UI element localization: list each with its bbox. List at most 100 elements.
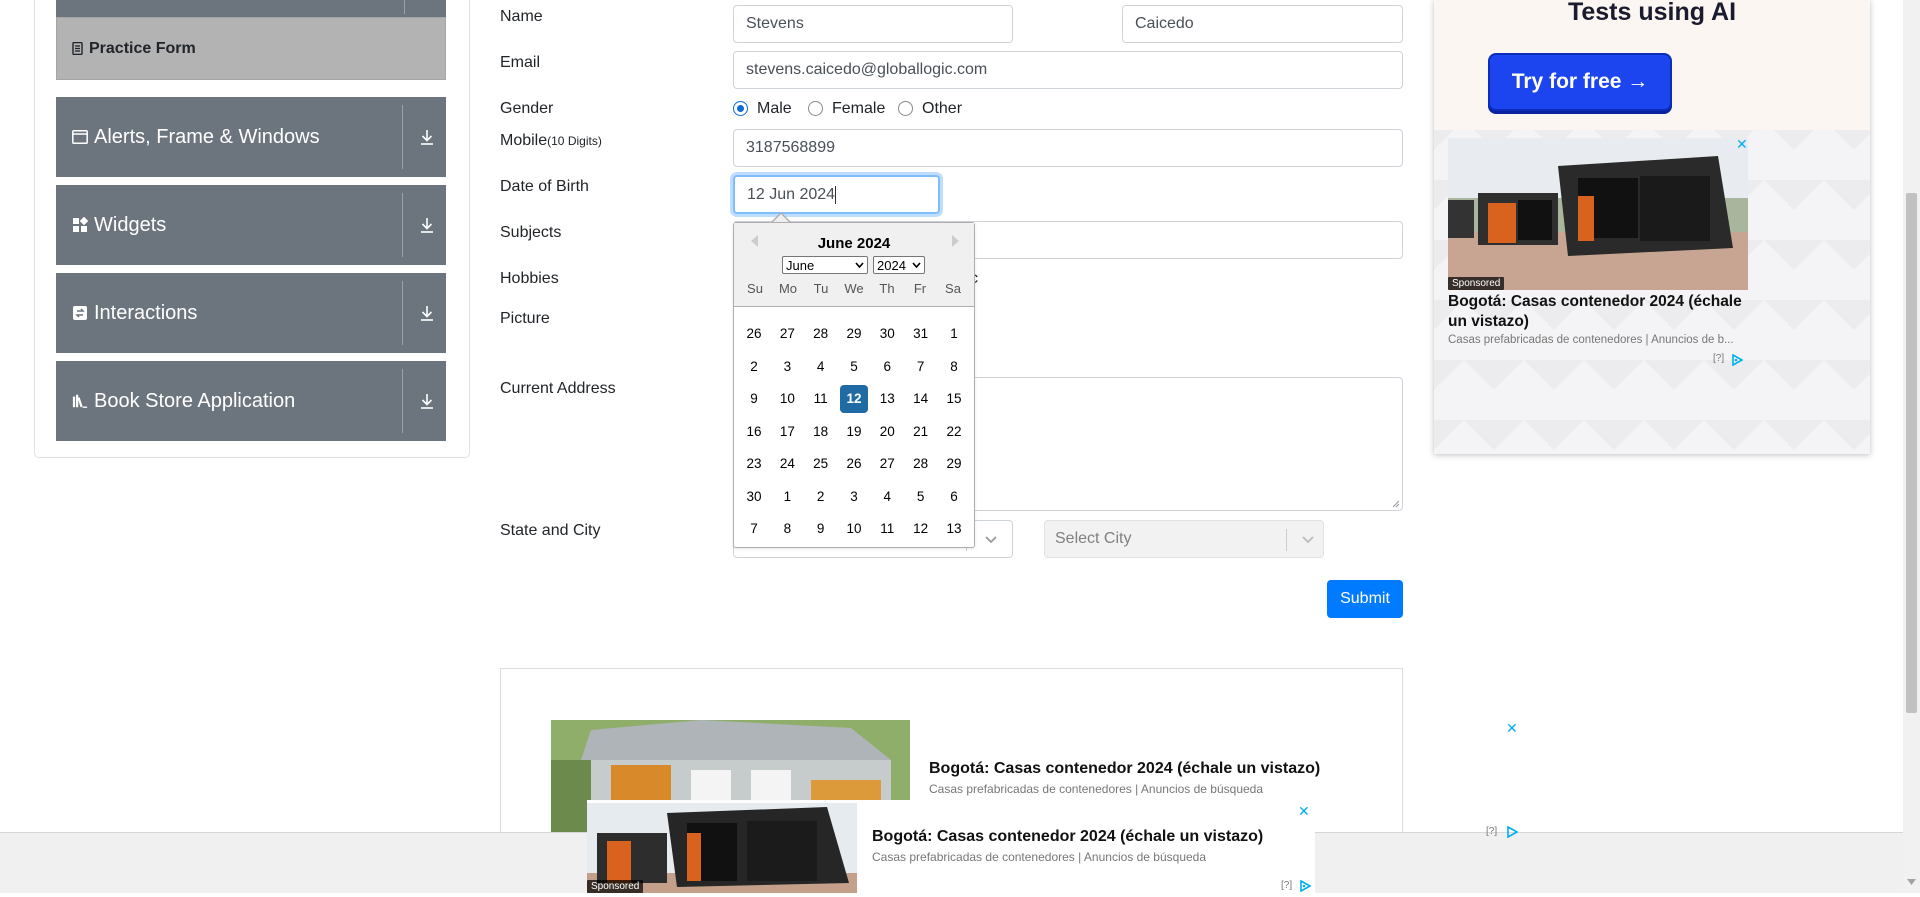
datepicker-day[interactable]: 1 [940, 320, 968, 348]
datepicker-next-icon[interactable] [949, 234, 961, 248]
sidebar-item-practice-form[interactable]: Practice Form [56, 17, 446, 80]
gender-female-radio[interactable] [808, 101, 823, 116]
gender-male-label[interactable]: Male [757, 100, 792, 118]
close-icon[interactable]: ✕ [1298, 803, 1310, 820]
divider [402, 193, 403, 257]
datepicker-day[interactable]: 2 [740, 352, 768, 380]
datepicker-day[interactable]: 11 [873, 515, 901, 543]
datepicker-day-selected[interactable]: 12 [839, 384, 868, 413]
datepicker-day[interactable]: 27 [773, 320, 801, 348]
sidebar-group-book-store-application[interactable]: Book Store Application [56, 361, 446, 441]
day-name: Su [747, 281, 763, 296]
datepicker-day[interactable]: 26 [840, 450, 868, 478]
datepicker-day[interactable]: 6 [940, 482, 968, 510]
ad-info-link[interactable]: [?] [1486, 826, 1497, 837]
datepicker-day[interactable]: 2 [807, 482, 835, 510]
close-icon[interactable]: ✕ [1736, 136, 1748, 153]
datepicker-day[interactable]: 21 [907, 417, 935, 445]
gender-female-label[interactable]: Female [832, 100, 885, 118]
datepicker-day[interactable]: 4 [807, 352, 835, 380]
datepicker-day[interactable]: 25 [807, 450, 835, 478]
bottom-ad-title[interactable]: Bogotá: Casas contenedor 2024 (échale un… [929, 760, 1320, 778]
last-name-input[interactable]: Caicedo [1122, 5, 1403, 43]
sidebar-group-elements-stub[interactable] [56, 0, 446, 17]
datepicker-day[interactable]: 1 [773, 482, 801, 510]
datepicker-prev-icon[interactable] [749, 234, 761, 248]
datepicker-day[interactable]: 8 [940, 352, 968, 380]
datepicker-day[interactable]: 31 [907, 320, 935, 348]
ad-info-link[interactable]: [?] [1713, 353, 1724, 364]
datepicker-day[interactable]: 9 [740, 385, 768, 413]
datepicker-day[interactable]: 5 [907, 482, 935, 510]
datepicker-day[interactable]: 15 [940, 385, 968, 413]
datepicker-day[interactable]: 30 [740, 482, 768, 510]
datepicker-day[interactable]: 26 [740, 320, 768, 348]
datepicker-day[interactable]: 16 [740, 417, 768, 445]
datepicker-day[interactable]: 3 [773, 352, 801, 380]
datepicker-day[interactable]: 29 [840, 320, 868, 348]
datepicker-day[interactable]: 17 [773, 417, 801, 445]
ad-info-link[interactable]: [?] [1281, 880, 1292, 891]
datepicker-day[interactable]: 13 [940, 515, 968, 543]
datepicker-day[interactable]: 5 [840, 352, 868, 380]
dob-input[interactable]: 12 Jun 2024 [733, 175, 940, 214]
datepicker-day[interactable]: 10 [773, 385, 801, 413]
adchoices-icon[interactable] [1506, 825, 1519, 843]
email-input[interactable]: stevens.caicedo@globallogic.com [733, 51, 1403, 89]
datepicker-day[interactable]: 9 [807, 515, 835, 543]
ad-right-title[interactable]: Bogotá: Casas contenedor 2024 (échale un… [1448, 292, 1748, 332]
datepicker-day[interactable]: 27 [873, 450, 901, 478]
datepicker-day[interactable]: 4 [873, 482, 901, 510]
sidebar-group-interactions[interactable]: Interactions [56, 273, 446, 353]
select-city[interactable]: Select City [1044, 520, 1324, 558]
sidebar-group-alerts-frame-windows[interactable]: Alerts, Frame & Windows [56, 97, 446, 177]
datepicker-day[interactable]: 29 [940, 450, 968, 478]
sticky-ad-title[interactable]: Bogotá: Casas contenedor 2024 (échale un… [872, 828, 1263, 846]
gender-other-radio[interactable] [898, 101, 913, 116]
datepicker-day[interactable]: 14 [907, 385, 935, 413]
datepicker-day[interactable]: 18 [807, 417, 835, 445]
datepicker-day[interactable]: 7 [907, 352, 935, 380]
ad-right-image[interactable]: Sponsored [1448, 138, 1748, 290]
datepicker-year-select[interactable]: 2024 [873, 256, 925, 274]
gender-male-radio[interactable] [733, 101, 748, 116]
mobile-input[interactable]: 3187568899 [733, 129, 1403, 167]
scroll-down-arrow-icon[interactable] [1906, 876, 1917, 888]
adchoices-icon[interactable] [1731, 353, 1744, 371]
scrollbar-thumb[interactable] [1906, 193, 1917, 713]
close-icon[interactable]: ✕ [1506, 720, 1518, 737]
datepicker-day[interactable]: 22 [940, 417, 968, 445]
adchoices-icon[interactable] [1299, 879, 1312, 897]
bottom-ad-subtitle[interactable]: Casas prefabricadas de contenedores | An… [929, 782, 1263, 796]
datepicker-day[interactable]: 28 [807, 320, 835, 348]
resize-handle-icon[interactable] [1392, 500, 1400, 508]
datepicker-day[interactable]: 7 [740, 515, 768, 543]
hobbies-label: Hobbies [500, 270, 559, 287]
sticky-ad-image[interactable]: Sponsored [587, 803, 857, 893]
datepicker-day[interactable]: 8 [773, 515, 801, 543]
datepicker-day[interactable]: 10 [840, 515, 868, 543]
sidebar-group-widgets[interactable]: Widgets [56, 185, 446, 265]
datepicker-day[interactable]: 30 [873, 320, 901, 348]
sticky-ad-overlay[interactable]: Sponsored Bogotá: Casas contenedor 2024 … [587, 800, 1315, 893]
first-name-input[interactable]: Stevens [733, 5, 1013, 43]
datepicker-day[interactable]: 28 [907, 450, 935, 478]
submit-button[interactable]: Submit [1327, 580, 1403, 618]
ad-top-area: Tests using AI Try for free → [1434, 0, 1870, 130]
datepicker-day[interactable]: 6 [873, 352, 901, 380]
datepicker-month-select[interactable]: June [782, 256, 868, 274]
datepicker-week: 16 17 18 19 20 21 22 [740, 417, 968, 445]
datepicker-day[interactable]: 23 [740, 450, 768, 478]
datepicker-day[interactable]: 19 [840, 417, 868, 445]
datepicker-day[interactable]: 24 [773, 450, 801, 478]
datepicker-day[interactable]: 20 [873, 417, 901, 445]
sticky-ad-subtitle[interactable]: Casas prefabricadas de contenedores | An… [872, 850, 1206, 864]
datepicker-day[interactable]: 3 [840, 482, 868, 510]
ad-right-subtitle[interactable]: Casas prefabricadas de contenedores | An… [1448, 334, 1748, 346]
datepicker-day[interactable]: 11 [807, 385, 835, 413]
gender-other-label[interactable]: Other [922, 100, 962, 118]
datepicker-day[interactable]: 12 [907, 515, 935, 543]
try-for-free-button[interactable]: Try for free → [1488, 53, 1672, 111]
ad-right[interactable]: Tests using AI Try for free → Sponsored … [1434, 0, 1870, 454]
datepicker-day[interactable]: 13 [873, 385, 901, 413]
